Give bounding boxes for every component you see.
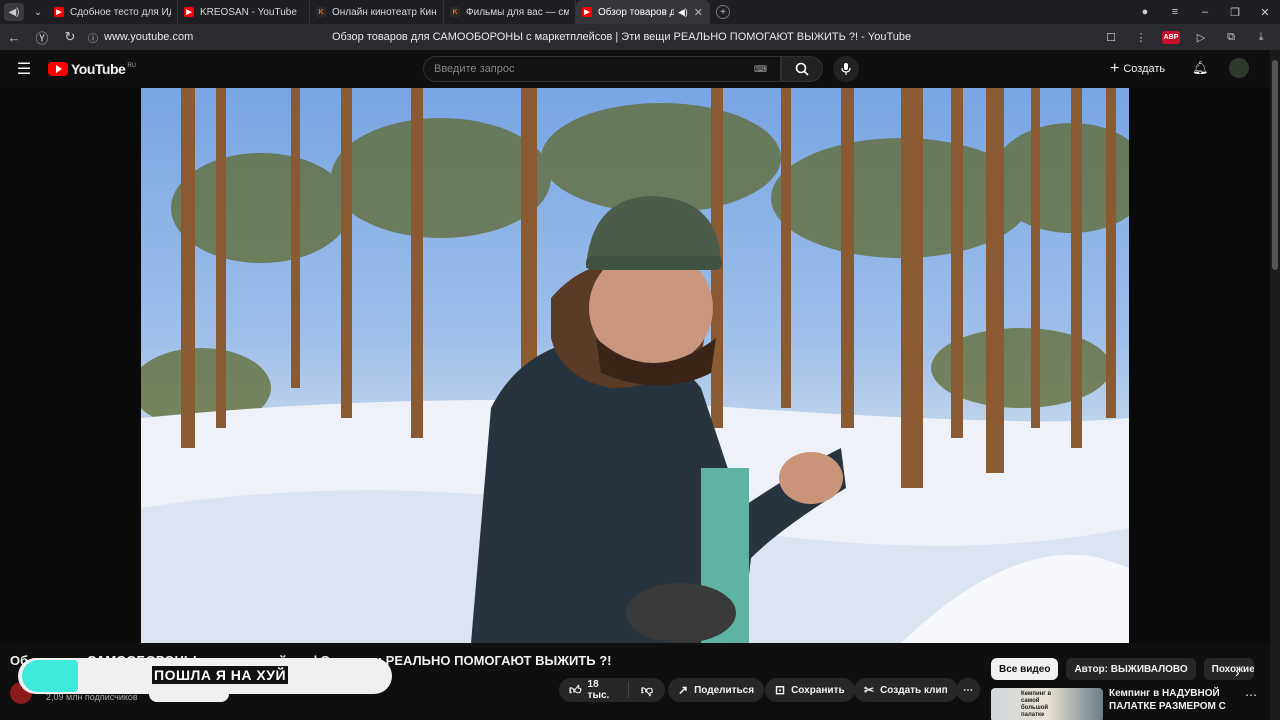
youtube-logo[interactable]: YouTube RU <box>48 61 136 77</box>
search-button[interactable] <box>781 56 823 82</box>
video-frame <box>141 88 1129 643</box>
thumbnail-text: Кемпинг в самой большой палатке <box>1021 691 1052 718</box>
youtube-header: ☰ YouTube RU ⌨ + Создать 🔔︎ <box>0 50 1280 88</box>
overlay-caption: ПОШЛА Я НА ХУЙ <box>152 666 289 684</box>
tab-label: Онлайн кинотеатр Кинопо <box>332 6 437 18</box>
more-icon[interactable]: ⋮ <box>1128 31 1154 44</box>
media-icon[interactable]: ▷ <box>1188 31 1214 44</box>
browser-tab-1[interactable]: ▶ Сдобное тесто для ИДЕАЛ <box>48 0 178 24</box>
speaker-icon[interactable]: ◀) <box>678 7 688 18</box>
voice-search-button[interactable] <box>833 56 859 82</box>
keyboard-icon[interactable]: ⌨ <box>754 64 767 75</box>
plus-icon: + <box>1110 60 1120 77</box>
create-label: Создать <box>1123 63 1166 75</box>
youtube-favicon-icon: ▶ <box>54 7 64 17</box>
like-count: 18 тыс. <box>587 679 610 701</box>
recommended-thumbnail[interactable]: Кемпинг в самой большой палатке <box>991 688 1103 720</box>
scrollbar-thumb[interactable] <box>1272 60 1278 270</box>
share-icon: ↗ <box>678 683 689 697</box>
more-vertical-icon[interactable]: ⋯ <box>1245 688 1257 702</box>
new-tab-icon[interactable]: + <box>716 5 730 19</box>
logo-text: YouTube <box>71 61 126 77</box>
more-actions-button[interactable]: ⋯ <box>956 678 980 702</box>
youtube-favicon-icon: ▶ <box>582 7 592 17</box>
profile-icon[interactable]: ● <box>1130 6 1160 18</box>
browser-tab-active[interactable]: ▶ Обзор товаров для ◀) ✕ <box>576 0 710 24</box>
site-info-icon[interactable]: ⓘ <box>88 30 98 45</box>
dislike-button[interactable]: 👎︎ <box>629 683 665 698</box>
yandex-icon[interactable]: Ⓨ <box>28 28 56 47</box>
address-bar: ← Ⓨ ↻ ⓘ www.youtube.com Обзор товаров дл… <box>0 24 1280 50</box>
browser-tab-strip: ◀) ⌄ ▶ Сдобное тесто для ИДЕАЛ ▶ KREOSAN… <box>0 0 1280 24</box>
restore-icon[interactable]: ❐ <box>1220 6 1250 19</box>
bookmark-icon: ⊡ <box>775 683 786 697</box>
chevron-right-icon[interactable]: › <box>1235 664 1240 680</box>
tab-label: Обзор товаров для <box>598 6 674 18</box>
search-icon <box>795 62 809 76</box>
share-button[interactable]: ↗ Поделиться <box>668 678 765 702</box>
browser-tab-4[interactable]: K Фильмы для вас — смотрит <box>444 0 576 24</box>
clip-button[interactable]: ✂ Создать клип <box>854 678 958 702</box>
page-title: Обзор товаров для САМООБОРОНЫ с маркетпл… <box>332 31 912 43</box>
close-icon[interactable]: ✕ <box>694 6 703 19</box>
download-icon[interactable]: ⤓ <box>1248 31 1274 44</box>
close-window-icon[interactable]: ✕ <box>1250 6 1280 19</box>
window-controls: ● ≡ – ❐ ✕ <box>1130 6 1280 19</box>
overlay-accent <box>22 660 78 692</box>
browser-tab-2[interactable]: ▶ KREOSAN - YouTube <box>178 0 310 24</box>
thumbs-down-icon: 👎︎ <box>640 682 653 697</box>
chevron-down-icon[interactable]: ⌄ <box>28 3 48 21</box>
kinopoisk-favicon-icon: K <box>450 7 460 17</box>
page-scrollbar[interactable] <box>1270 50 1280 720</box>
browser-tab-3[interactable]: K Онлайн кинотеатр Кинопо <box>310 0 444 24</box>
region-label: RU <box>127 63 136 69</box>
share-label: Поделиться <box>694 684 755 696</box>
bookmark-icon[interactable]: ☐ <box>1098 31 1124 44</box>
back-icon[interactable]: ← <box>0 30 28 45</box>
video-player[interactable] <box>141 88 1129 643</box>
microphone-icon <box>841 63 851 75</box>
kinopoisk-favicon-icon: K <box>316 7 326 17</box>
search-input[interactable] <box>434 63 754 75</box>
minimize-icon[interactable]: – <box>1190 6 1220 18</box>
save-label: Сохранить <box>791 684 845 696</box>
youtube-play-icon <box>48 62 68 76</box>
more-horizontal-icon: ⋯ <box>963 684 973 696</box>
search-box: ⌨ <box>423 56 781 82</box>
like-button[interactable]: 👍︎ 18 тыс. <box>559 679 629 701</box>
recommended-title[interactable]: Кемпинг в НАДУВНОЙ ПАЛАТКЕ РАЗМЕРОМ С ..… <box>1109 687 1229 720</box>
tab-label: KREOSAN - YouTube <box>200 6 297 18</box>
thumbs-up-icon: 👍︎ <box>569 682 582 697</box>
chip-similar[interactable]: Похожие <box>1203 658 1254 680</box>
scissors-icon: ✂ <box>864 683 875 697</box>
like-dislike-group: 👍︎ 18 тыс. 👎︎ <box>559 678 665 702</box>
url-field[interactable]: www.youtube.com <box>104 31 304 43</box>
tab-label: Фильмы для вас — смотрит <box>466 6 569 18</box>
speaker-icon[interactable]: ◀) <box>4 3 24 21</box>
chip-all[interactable]: Все видео <box>991 658 1059 680</box>
reload-icon[interactable]: ↻ <box>56 29 84 45</box>
video-player-area <box>0 88 1270 643</box>
save-button[interactable]: ⊡ Сохранить <box>765 678 855 702</box>
avatar[interactable] <box>1229 58 1249 78</box>
chip-author[interactable]: Автор: ВЫЖИВАЛОВО <box>1066 658 1196 680</box>
collections-icon[interactable]: ⧉ <box>1218 31 1244 44</box>
notification-overlay: ПОШЛА Я НА ХУЙ <box>18 658 392 694</box>
clip-label: Создать клип <box>880 684 948 696</box>
notifications-bell-icon[interactable]: 🔔︎ <box>1192 60 1209 76</box>
create-button[interactable]: + Создать <box>1110 59 1165 79</box>
tab-label: Сдобное тесто для ИДЕАЛ <box>70 6 171 18</box>
hamburger-menu-icon[interactable]: ☰ <box>0 59 48 79</box>
recommended-video[interactable]: Кемпинг в самой большой палатке Кемпинг … <box>991 686 1261 720</box>
youtube-favicon-icon: ▶ <box>184 7 194 17</box>
related-chips: Все видео Автор: ВЫЖИВАЛОВО Похожие <box>991 658 1254 680</box>
menu-icon[interactable]: ≡ <box>1160 6 1190 18</box>
adblock-plus-icon[interactable]: ABP <box>1162 30 1180 44</box>
